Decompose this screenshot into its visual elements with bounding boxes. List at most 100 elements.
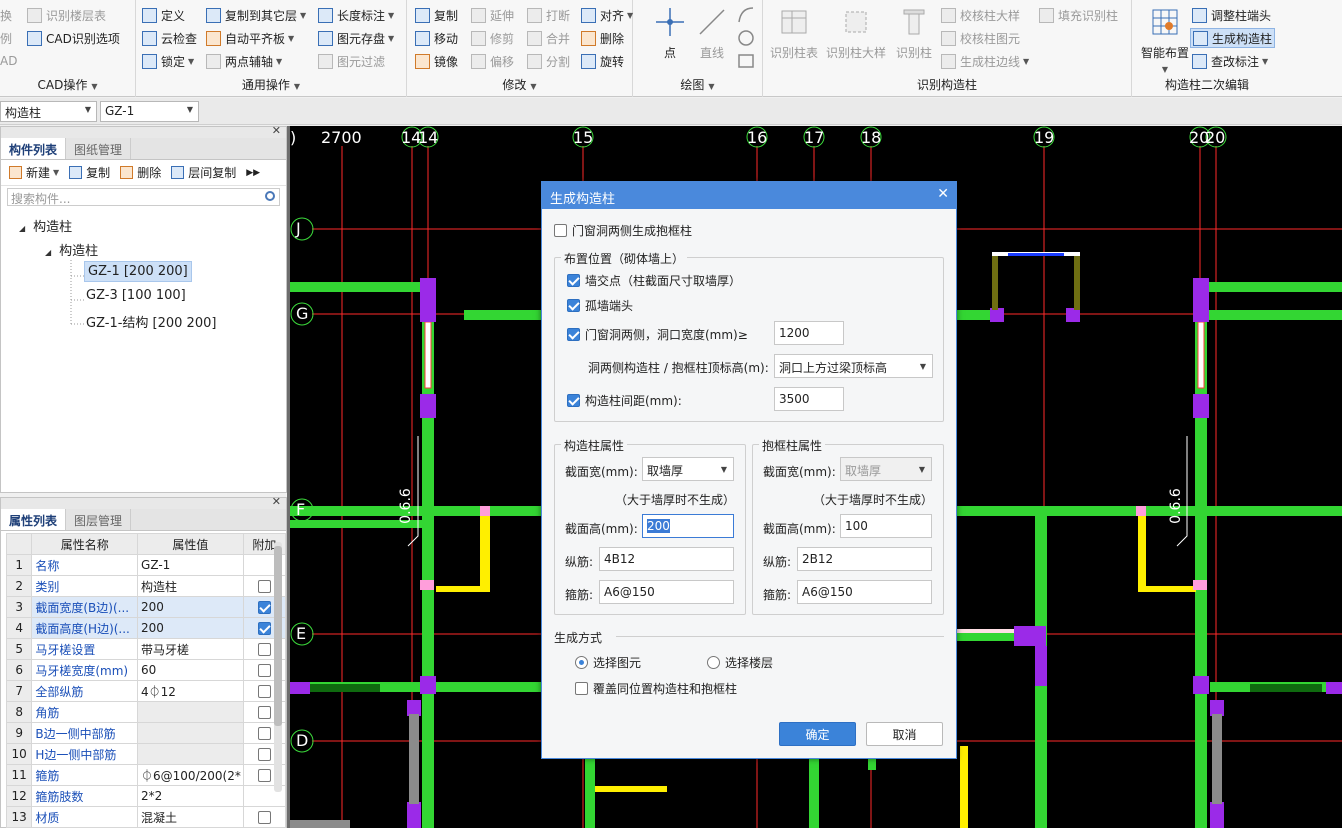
identify-column-detail-button[interactable]: 识别柱大样: [825, 6, 887, 61]
property-value[interactable]: ⏀6@100/200(2*: [137, 764, 244, 786]
property-checkbox[interactable]: [257, 622, 271, 635]
property-value[interactable]: [137, 722, 244, 744]
property-checkbox[interactable]: [257, 685, 271, 698]
tab-component-list[interactable]: 构件列表: [1, 138, 67, 159]
check-column-detail-button[interactable]: 校核柱大样: [941, 5, 1020, 25]
define-button[interactable]: 定义: [142, 5, 185, 25]
property-value[interactable]: GZ-1: [137, 554, 244, 576]
smart-layout-button[interactable]: 智能布置 ▼: [1136, 6, 1194, 75]
partial-button-1[interactable]: 换: [0, 5, 12, 25]
extend-button[interactable]: 延伸: [471, 5, 514, 25]
rotate-button[interactable]: 旋转: [581, 51, 624, 71]
copy-button[interactable]: 复制: [415, 5, 458, 25]
property-checkbox[interactable]: [257, 643, 271, 656]
copy-between-floors-button[interactable]: 层间复制: [171, 164, 236, 181]
ok-button[interactable]: 确定: [779, 722, 856, 746]
split-button[interactable]: 分割: [527, 51, 570, 71]
opening-sides-checkbox[interactable]: 门窗洞两侧，洞口宽度(mm)≥: [567, 326, 748, 343]
wall-intersection-checkbox[interactable]: 墙交点（柱截面尺寸取墙厚）: [567, 272, 741, 289]
property-row[interactable]: 3 截面宽度(B边)(... 200: [5, 596, 287, 618]
offset-button[interactable]: 偏移: [471, 51, 514, 71]
property-value[interactable]: 混凝土: [137, 806, 244, 828]
delete-button[interactable]: 删除: [581, 28, 624, 48]
property-row[interactable]: 10 H边一侧中部筋: [5, 743, 287, 765]
length-dimension-button[interactable]: 长度标注 ▼: [318, 5, 394, 25]
opening-width-input[interactable]: 1200: [774, 321, 844, 345]
door-window-frame-checkbox[interactable]: 门窗洞两侧生成抱框柱: [554, 222, 692, 239]
tree-item-gz1-structure[interactable]: GZ-1-结构 [200 200]: [86, 312, 216, 331]
gz-width-select[interactable]: 取墙厚 ▼: [642, 457, 734, 481]
line-button[interactable]: 直线: [685, 6, 739, 61]
partial-button-3[interactable]: AD: [0, 51, 17, 71]
tab-drawing-management[interactable]: 图纸管理: [66, 138, 132, 159]
scrollbar-thumb[interactable]: [274, 546, 282, 726]
fill-identify-column-button[interactable]: 填充识别柱: [1039, 5, 1118, 25]
spacing-input[interactable]: 3500: [774, 387, 844, 411]
spacing-checkbox[interactable]: 构造柱间距(mm):: [567, 392, 682, 409]
top-elev-select[interactable]: 洞口上方过梁顶标高 ▼: [774, 354, 933, 378]
component-name-select[interactable]: GZ-1 ▼: [100, 101, 199, 122]
close-icon[interactable]: ✕: [937, 186, 949, 202]
property-checkbox[interactable]: [257, 664, 271, 677]
property-row[interactable]: 9 B边一侧中部筋: [5, 722, 287, 744]
property-row[interactable]: 11 箍筋 ⏀6@100/200(2*: [5, 764, 287, 786]
circle-icon[interactable]: [737, 29, 755, 47]
cad-options-button[interactable]: CAD识别选项: [27, 28, 120, 48]
tree-item-gz1[interactable]: GZ-1 [200 200]: [84, 261, 192, 282]
mirror-button[interactable]: 镜像: [415, 51, 458, 71]
bkz-width-select[interactable]: 取墙厚 ▼: [840, 457, 932, 481]
cad-group-label[interactable]: CAD操作 ▼: [0, 76, 135, 93]
new-button[interactable]: 新建 ▼: [9, 164, 59, 181]
tab-property-list[interactable]: 属性列表: [1, 509, 67, 530]
property-checkbox[interactable]: [257, 727, 271, 740]
align-button[interactable]: 对齐 ▼: [581, 5, 633, 25]
property-row[interactable]: 1 名称 GZ-1: [5, 554, 287, 576]
cancel-button[interactable]: 取消: [866, 722, 943, 746]
generate-gz-button[interactable]: 生成构造柱: [1190, 28, 1276, 48]
two-point-axis-button[interactable]: 两点辅轴 ▼: [206, 51, 282, 71]
property-scrollbar[interactable]: [274, 542, 282, 792]
identify-column-button[interactable]: 识别柱: [887, 6, 941, 61]
draw-group-label[interactable]: 绘图 ▼: [633, 76, 762, 93]
copy-component-button[interactable]: 复制: [69, 164, 110, 181]
property-row[interactable]: 2 类别 构造柱: [5, 575, 287, 597]
gz-stirrup-input[interactable]: A6@150: [599, 580, 734, 604]
property-value[interactable]: [137, 701, 244, 723]
property-value[interactable]: 2*2: [137, 785, 244, 807]
overwrite-checkbox[interactable]: 覆盖同位置构造柱和抱框柱: [575, 680, 737, 697]
isolated-wall-end-checkbox[interactable]: 孤墙端头: [567, 297, 633, 314]
property-value[interactable]: 构造柱: [137, 575, 244, 597]
property-row[interactable]: 6 马牙槎宽度(mm) 60: [5, 659, 287, 681]
property-extra[interactable]: [242, 806, 287, 828]
lock-button[interactable]: 锁定 ▼: [142, 51, 194, 71]
delete-component-button[interactable]: 删除: [120, 164, 161, 181]
tab-layer-management[interactable]: 图层管理: [66, 509, 132, 530]
property-checkbox[interactable]: [257, 748, 271, 761]
partial-button-2[interactable]: 例: [0, 28, 12, 48]
trim-button[interactable]: 修剪: [471, 28, 514, 48]
property-value[interactable]: 200: [137, 596, 244, 618]
break-button[interactable]: 打断: [527, 5, 570, 25]
close-icon[interactable]: ✕: [272, 495, 281, 508]
dialog-title-bar[interactable]: 生成构造柱 ✕: [542, 182, 956, 209]
bkz-height-input[interactable]: 100: [840, 514, 932, 538]
close-icon[interactable]: ✕: [272, 124, 281, 137]
general-group-label[interactable]: 通用操作 ▼: [136, 76, 406, 93]
generate-column-edge-button[interactable]: 生成柱边线 ▼: [941, 51, 1029, 71]
property-row[interactable]: 4 截面高度(H边)(... 200: [5, 617, 287, 639]
tree-child-node[interactable]: ◢ 构造柱: [45, 240, 98, 259]
view-edit-mark-button[interactable]: 查改标注 ▼: [1192, 51, 1268, 71]
element-save-button[interactable]: 图元存盘 ▼: [318, 28, 394, 48]
property-value[interactable]: 60: [137, 659, 244, 681]
auto-align-slab-button[interactable]: 自动平齐板 ▼: [206, 28, 294, 48]
more-arrow-icon[interactable]: ▶▶: [246, 168, 260, 178]
rect-icon[interactable]: [737, 52, 755, 70]
modify-group-label[interactable]: 修改 ▼: [407, 76, 632, 93]
check-column-element-button[interactable]: 校核柱图元: [941, 28, 1020, 48]
element-filter-button[interactable]: 图元过滤: [318, 51, 385, 71]
property-value[interactable]: 带马牙槎: [137, 638, 244, 660]
tree-item-gz3[interactable]: GZ-3 [100 100]: [86, 288, 186, 303]
move-button[interactable]: 移动: [415, 28, 458, 48]
component-search-input[interactable]: 搜索构件...: [7, 188, 280, 206]
select-floor-radio[interactable]: 选择楼层: [707, 654, 773, 671]
